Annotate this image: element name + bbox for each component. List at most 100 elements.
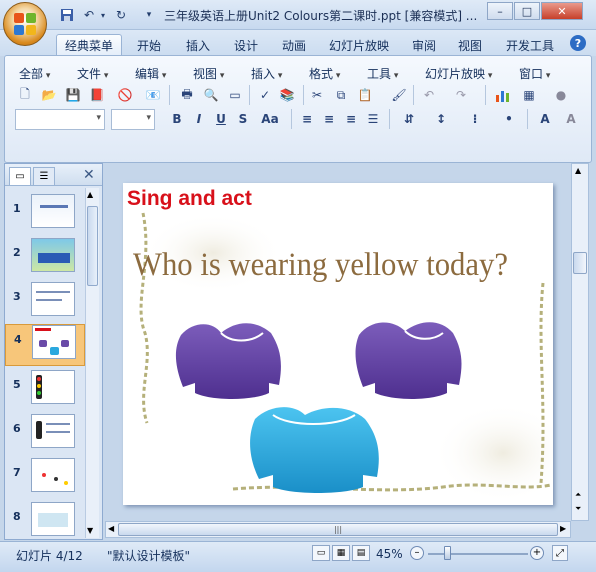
justify-icon[interactable]: ☰ [363,109,383,129]
scroll-left-icon[interactable]: ◀ [108,524,114,533]
tab-slideshow[interactable]: 幻灯片放映 [321,34,397,56]
menu-file[interactable]: 文件 [77,65,108,82]
line-spacing-icon[interactable]: ↕ [431,109,451,129]
normal-view-icon[interactable]: ▭ [312,545,330,561]
print-preview-icon[interactable]: 🔍 [201,85,221,105]
align-center-icon[interactable]: ≡ [319,109,339,129]
slide-question[interactable]: Who is wearing yellow today? [133,247,508,284]
tab-animation[interactable]: 动画 [274,34,314,56]
menu-edit[interactable]: 编辑 [135,65,166,82]
email-icon[interactable]: 📧 [143,85,163,105]
font-size-combo[interactable] [111,109,155,130]
slide-thumbnail[interactable]: 6 [5,414,85,456]
tab-slides-icon[interactable]: ▭ [9,167,31,185]
tab-home[interactable]: 开始 [129,34,169,56]
tab-outline-icon[interactable]: ☰ [33,167,55,185]
copy-icon[interactable]: ⧉ [331,85,351,105]
slide-heading[interactable]: Sing and act [127,187,252,211]
shadow-button[interactable]: S [233,109,253,129]
save-icon[interactable] [58,6,76,24]
text-direction-icon[interactable]: ⇵ [399,109,419,129]
font-name-combo[interactable] [15,109,105,130]
align-right-icon[interactable]: ≡ [341,109,361,129]
align-left-icon[interactable]: ≡ [297,109,317,129]
slide-sorter-icon[interactable]: ▦ [332,545,350,561]
scroll-down-icon[interactable]: ▼ [87,526,93,535]
help-icon[interactable]: ? [570,35,586,51]
tab-insert[interactable]: 插入 [178,34,218,56]
horizontal-scroll-thumb[interactable]: ||| [118,523,558,536]
zoom-out-icon[interactable]: – [410,546,424,560]
italic-button[interactable]: I [189,109,209,129]
underline-button[interactable]: U [211,109,231,129]
tab-design[interactable]: 设计 [226,34,266,56]
previous-slide-icon[interactable]: ⏶ [575,490,581,500]
undo-toolbar-icon[interactable]: ↶ [419,85,439,105]
zoom-level[interactable]: 45% [376,547,403,561]
menu-format[interactable]: 格式 [309,65,340,82]
research-icon[interactable]: 📚 [277,85,297,105]
minimize-button[interactable]: – [487,2,513,20]
table-icon[interactable]: ▦ [519,85,539,105]
editor-horizontal-scrollbar[interactable]: ◀ ||| ▶ [105,521,571,538]
editor-vertical-scrollbar[interactable]: ▲ ⏶ ⏷ [571,163,589,521]
tab-review[interactable]: 审阅 [404,34,444,56]
new-icon[interactable]: 🗋 [15,85,35,105]
slide-thumbnail[interactable]: 2 [5,238,85,280]
redo-toolbar-icon[interactable]: ↷ [451,85,471,105]
chart-icon[interactable] [493,85,513,105]
change-case-button[interactable]: Aa [257,109,283,129]
vertical-scroll-thumb[interactable] [573,252,587,274]
theme-name[interactable]: "默认设计模板" [107,547,190,564]
tab-classic-menu[interactable]: 经典菜单 [56,34,123,56]
scroll-up-icon[interactable]: ▲ [87,190,93,199]
tab-developer[interactable]: 开发工具 [498,34,562,56]
zoom-slider-knob[interactable] [444,546,451,560]
customize-toolbar-icon[interactable]: ▾ [140,6,158,24]
zoom-in-icon[interactable]: + [530,546,544,560]
menu-view[interactable]: 视图 [193,65,224,82]
redo-icon[interactable]: ↻ [112,6,130,24]
panel-scroll-thumb[interactable] [87,206,98,286]
slide-canvas[interactable]: Sing and act Who is wearing yellow today… [123,183,553,505]
menu-slideshow[interactable]: 幻灯片放映 [425,65,492,82]
slide-thumbnail[interactable]: 5 [5,370,85,412]
permission-icon[interactable]: 🚫 [115,85,135,105]
fit-to-window-icon[interactable]: ⤢ [552,545,568,561]
more-icon[interactable]: ● [551,85,571,105]
bullets-icon[interactable]: • [499,109,519,129]
tab-view[interactable]: 视图 [450,34,490,56]
panel-scrollbar[interactable]: ▲ ▼ [85,188,99,538]
layout-icon[interactable]: ▭ [225,85,245,105]
paste-icon[interactable]: 📋 [355,85,375,105]
bold-button[interactable]: B [167,109,187,129]
slide-thumbnail-selected[interactable]: 4 [5,324,85,366]
scroll-right-icon[interactable]: ▶ [560,524,566,533]
slide-thumbnail[interactable]: 8 [5,502,85,544]
print-icon[interactable]: 🖶 [177,85,197,105]
close-panel-icon[interactable]: ✕ [83,167,95,183]
cut-icon[interactable]: ✂ [307,85,327,105]
scroll-up-icon[interactable]: ▲ [575,166,581,175]
open-icon[interactable]: 📂 [39,85,59,105]
maximize-button[interactable]: □ [514,2,540,20]
close-button[interactable]: ✕ [541,2,583,20]
spelling-icon[interactable]: ✓ [255,85,275,105]
undo-dropdown-icon[interactable]: ▾ [94,6,112,24]
pdf-icon[interactable]: 📕 [87,85,107,105]
slideshow-view-icon[interactable]: ▤ [352,545,370,561]
next-slide-icon[interactable]: ⏷ [575,504,581,514]
numbering-icon[interactable]: ⁝ [465,109,485,129]
slide-thumbnail[interactable]: 1 [5,194,85,236]
slide-thumbnail[interactable]: 3 [5,282,85,324]
office-button[interactable] [3,2,47,46]
font-color-icon[interactable]: A [535,109,555,129]
menu-window[interactable]: 窗口 [519,65,550,82]
save-file-icon[interactable]: 💾 [63,85,83,105]
menu-tools[interactable]: 工具 [367,65,398,82]
slide-thumbnail[interactable]: 7 [5,458,85,500]
menu-all[interactable]: 全部 [19,65,50,82]
menu-insert[interactable]: 插入 [251,65,282,82]
font-size-decrease-icon[interactable]: A [561,109,581,129]
zoom-slider-track[interactable] [428,553,528,555]
